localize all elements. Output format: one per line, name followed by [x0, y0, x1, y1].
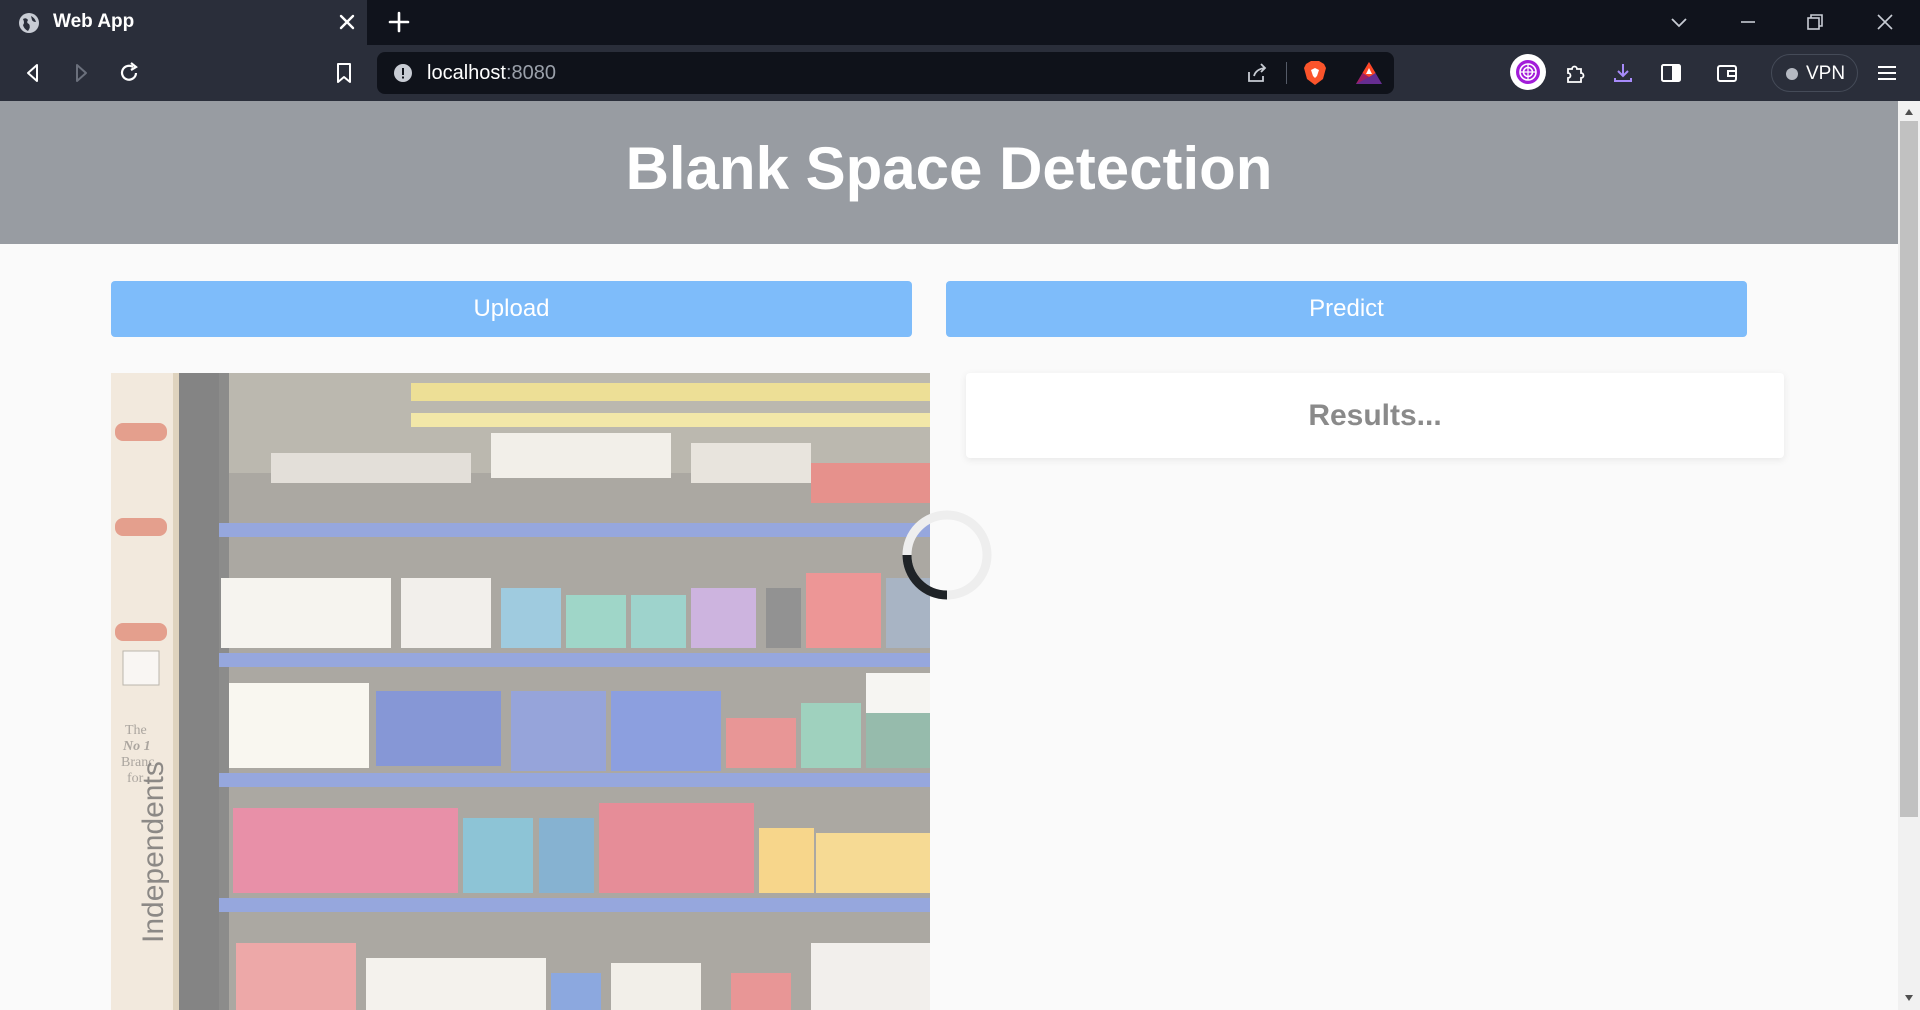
leo-ai-icon: [1516, 60, 1540, 84]
download-icon[interactable]: [1610, 60, 1636, 86]
vpn-label: VPN: [1806, 63, 1846, 84]
vpn-button[interactable]: VPN: [1771, 54, 1858, 92]
restore-icon[interactable]: [1803, 10, 1827, 34]
chevron-down-icon[interactable]: [1667, 10, 1691, 34]
brave-shield-icon[interactable]: [1302, 59, 1328, 87]
extensions-icon[interactable]: [1562, 60, 1588, 86]
browser-toolbar: localhost:8080 VPN: [0, 45, 1920, 101]
window-close-icon[interactable]: [1873, 10, 1897, 34]
share-icon[interactable]: [1245, 61, 1269, 85]
predict-button[interactable]: Predict: [946, 281, 1747, 337]
minimize-icon[interactable]: [1736, 10, 1760, 34]
bookmark-icon[interactable]: [331, 60, 357, 86]
info-icon[interactable]: [393, 63, 413, 83]
reload-icon[interactable]: [116, 60, 142, 86]
scroll-thumb[interactable]: [1900, 121, 1918, 817]
close-icon[interactable]: [336, 11, 358, 33]
scroll-up-icon[interactable]: [1904, 107, 1914, 117]
page-title: Blank Space Detection: [625, 135, 1273, 202]
globe-icon: [19, 13, 39, 33]
loading-overlay: [111, 373, 930, 1010]
tab-title: Web App: [53, 11, 135, 32]
back-icon[interactable]: [20, 60, 46, 86]
results-panel: Results...: [966, 373, 1784, 458]
page-header: Blank Space Detection: [0, 101, 1898, 244]
url-port: :8080: [505, 62, 556, 84]
forward-icon[interactable]: [68, 60, 94, 86]
scroll-down-icon[interactable]: [1904, 993, 1914, 1003]
plus-icon[interactable]: [387, 10, 411, 34]
wallet-icon[interactable]: [1714, 60, 1740, 86]
menu-icon[interactable]: [1874, 60, 1900, 86]
loading-spinner-icon: [902, 510, 992, 600]
sidebar-icon[interactable]: [1658, 60, 1684, 86]
address-bar[interactable]: localhost:8080: [377, 52, 1394, 94]
tab-strip: Web App: [0, 0, 1920, 45]
url-host: localhost: [427, 62, 506, 84]
page-scrollbar[interactable]: [1898, 101, 1920, 1010]
url-text[interactable]: localhost:8080: [427, 62, 556, 85]
upload-button[interactable]: Upload: [111, 281, 912, 337]
uploaded-shelf-image: The No 1 Branc for Independents: [111, 373, 930, 1010]
leo-ai-button[interactable]: [1510, 54, 1546, 90]
separator: [1286, 62, 1287, 84]
tab-web-app[interactable]: Web App: [0, 0, 367, 45]
bat-rewards-icon[interactable]: [1355, 60, 1383, 86]
page-viewport: Blank Space Detection Upload Predict The…: [0, 101, 1898, 1010]
vpn-status-dot: [1786, 68, 1798, 80]
